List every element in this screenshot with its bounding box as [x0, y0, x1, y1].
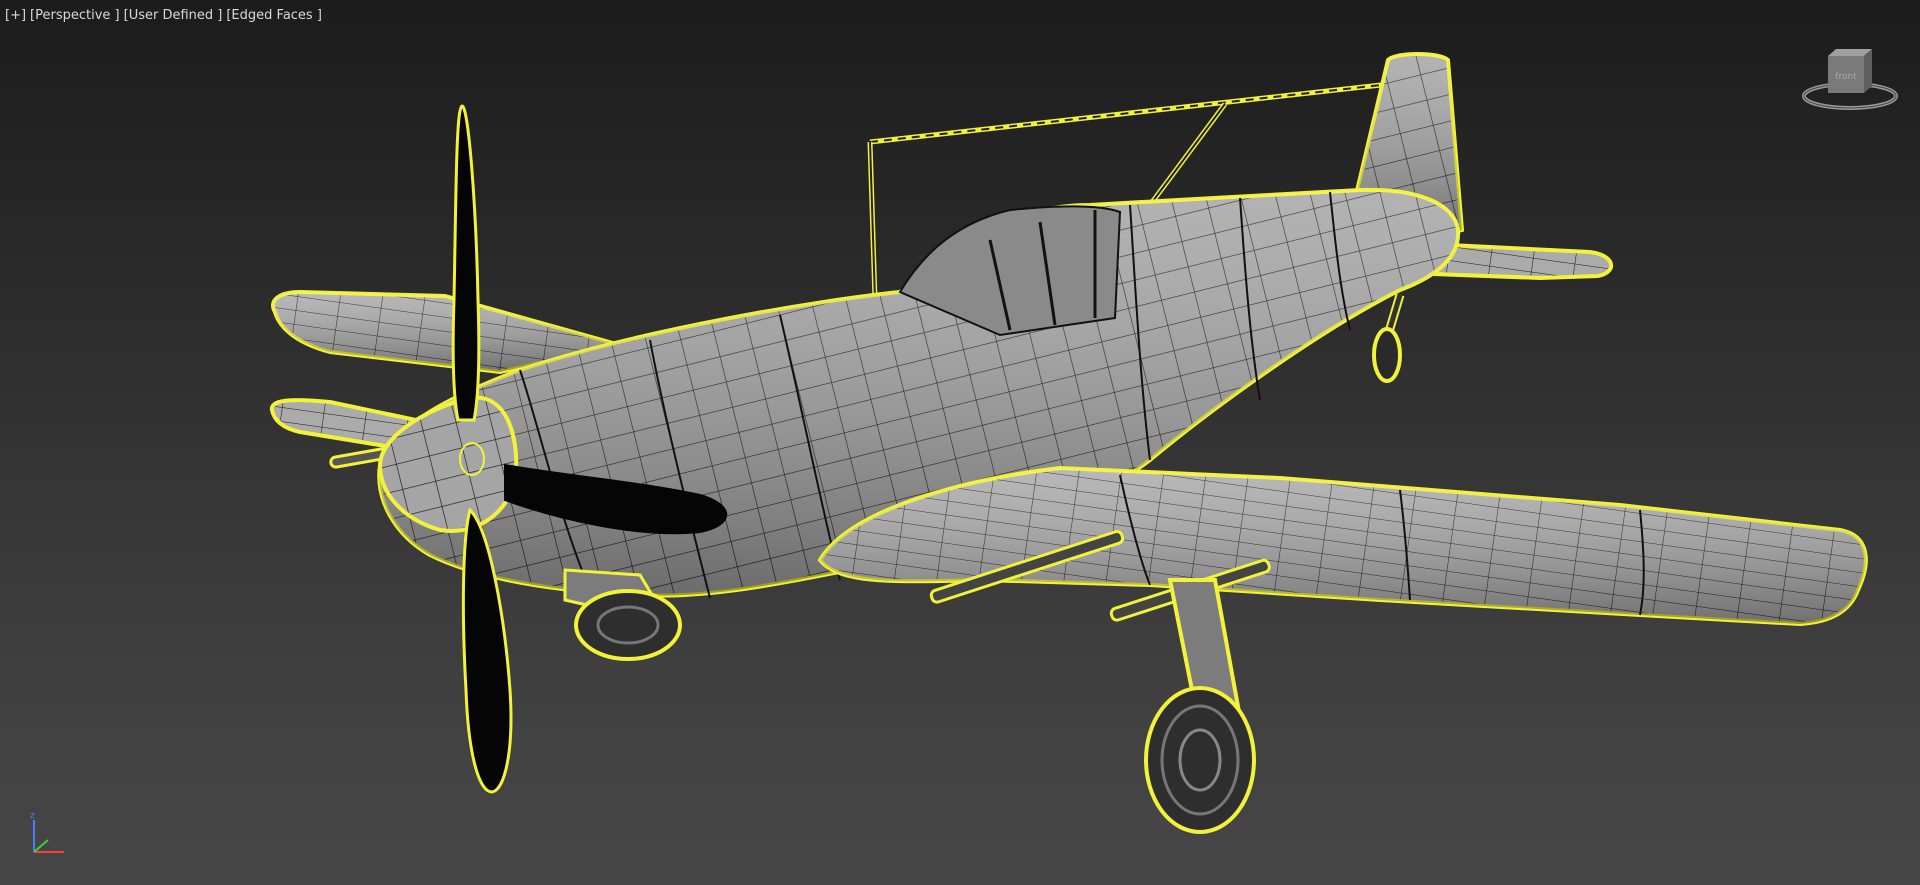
axis-tripod-icon: z [26, 810, 76, 860]
viewcube-icon[interactable]: front [1800, 46, 1900, 114]
axis-z-label: z [30, 811, 35, 821]
svg-text:front: front [1835, 72, 1857, 82]
perspective-viewport[interactable]: [+] [Perspective ] [User Defined ] [Edge… [0, 0, 1920, 885]
tail-wheel [1372, 293, 1405, 383]
airplane-model[interactable] [0, 0, 1920, 885]
right-landing-gear [1144, 578, 1256, 834]
right-wing [817, 465, 1868, 627]
